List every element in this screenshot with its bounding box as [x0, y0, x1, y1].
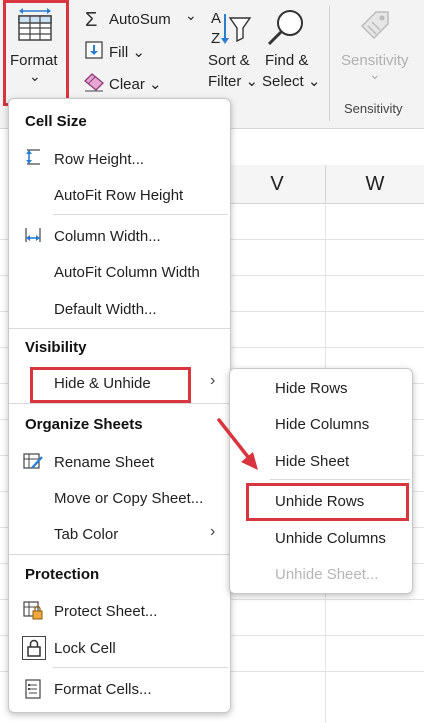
menu-separator: [9, 554, 230, 555]
eraser-icon: [83, 72, 105, 97]
format-dropdown-menu: Cell Size Row Height... AutoFit Row Heig…: [8, 98, 231, 713]
svg-text:A: A: [211, 10, 221, 27]
menu-item-row-height[interactable]: Row Height...: [54, 151, 144, 168]
hide-unhide-submenu: Hide Rows Hide Columns Hide Sheet Unhide…: [229, 368, 413, 594]
submenu-item-unhide-columns[interactable]: Unhide Columns: [275, 530, 386, 547]
sensitivity-chevron-icon: ⌄: [369, 66, 381, 82]
menu-item-rename-sheet[interactable]: Rename Sheet: [54, 454, 154, 471]
autosum-icon: Σ: [85, 9, 98, 31]
sort-filter-button-line2[interactable]: Filter ⌄: [208, 72, 258, 90]
hide-unhide-highlight[interactable]: [30, 367, 191, 403]
clear-button[interactable]: Clear ⌄: [109, 75, 162, 93]
autosum-chevron-icon[interactable]: ⌄: [185, 7, 197, 24]
menu-item-column-width[interactable]: Column Width...: [54, 228, 161, 245]
section-title-visibility: Visibility: [25, 339, 87, 356]
section-title-protection: Protection: [25, 566, 100, 583]
menu-item-default-width[interactable]: Default Width...: [54, 301, 157, 318]
menu-separator: [53, 214, 228, 215]
sensitivity-group-label: Sensitivity: [344, 101, 403, 116]
row-height-icon: [23, 147, 43, 167]
submenu-item-hide-columns[interactable]: Hide Columns: [275, 416, 369, 433]
menu-separator: [9, 403, 230, 404]
section-title-organize-sheets: Organize Sheets: [25, 416, 143, 433]
submenu-item-hide-sheet[interactable]: Hide Sheet: [275, 453, 349, 470]
menu-item-tab-color[interactable]: Tab Color: [54, 526, 118, 543]
find-select-button[interactable]: Find &: [265, 52, 308, 69]
submenu-chevron-right-icon: ›: [210, 523, 216, 540]
fill-icon: [84, 40, 104, 65]
fill-button[interactable]: Fill ⌄: [109, 43, 145, 61]
menu-item-autofit-column-width[interactable]: AutoFit Column Width: [54, 264, 200, 281]
submenu-item-hide-rows[interactable]: Hide Rows: [275, 380, 348, 397]
protect-sheet-icon: [23, 600, 43, 620]
menu-separator: [53, 667, 228, 668]
format-cells-icon: [23, 679, 43, 699]
svg-text:Z: Z: [211, 30, 220, 47]
column-header-v[interactable]: V: [229, 165, 326, 204]
menu-item-lock-cell[interactable]: Lock Cell: [54, 640, 116, 657]
menu-separator: [270, 479, 410, 480]
menu-item-protect-sheet[interactable]: Protect Sheet...: [54, 603, 157, 620]
unhide-rows-highlight[interactable]: [246, 483, 409, 521]
submenu-item-unhide-sheet: Unhide Sheet...: [275, 566, 379, 583]
sort-filter-button[interactable]: Sort &: [208, 52, 250, 69]
format-button-highlight[interactable]: [3, 0, 69, 106]
ribbon-group-divider: [329, 6, 330, 121]
menu-item-move-copy-sheet[interactable]: Move or Copy Sheet...: [54, 490, 203, 507]
menu-item-format-cells[interactable]: Format Cells...: [54, 681, 152, 698]
sort-filter-icon: A Z: [208, 8, 252, 53]
menu-separator: [9, 328, 230, 329]
sensitivity-icon: [358, 8, 392, 49]
autosum-button[interactable]: AutoSum: [109, 11, 171, 28]
submenu-chevron-right-icon: ›: [210, 372, 216, 389]
find-select-button-line2[interactable]: Select ⌄: [262, 72, 320, 90]
lock-icon: [22, 636, 46, 660]
column-width-icon: [23, 225, 43, 245]
rename-sheet-icon: [23, 451, 43, 471]
menu-item-autofit-row-height[interactable]: AutoFit Row Height: [54, 187, 183, 204]
section-title-cell-size: Cell Size: [25, 113, 87, 130]
column-header-w[interactable]: W: [326, 165, 424, 204]
magnifier-icon: [266, 7, 306, 52]
